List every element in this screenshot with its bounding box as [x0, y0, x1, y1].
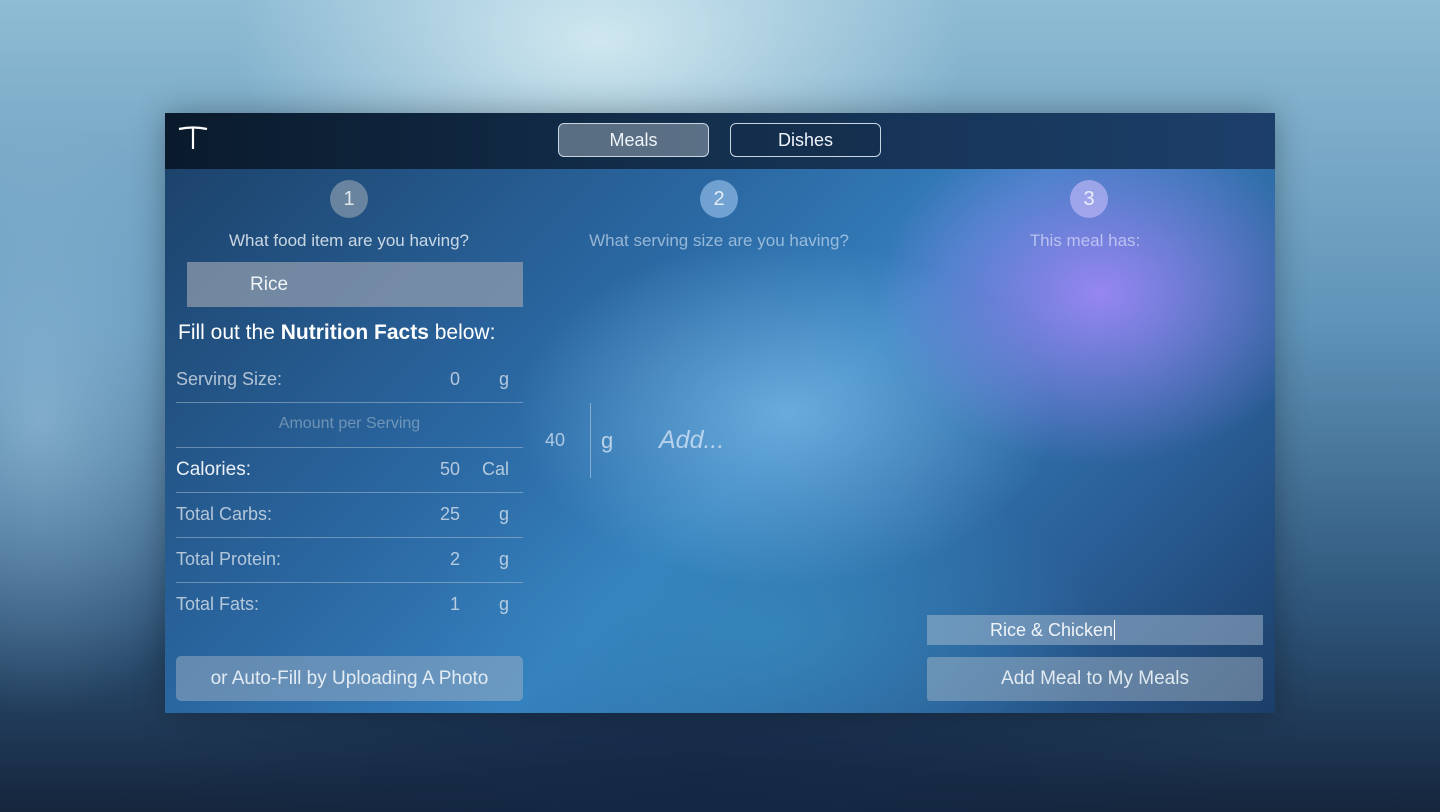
protein-label: Total Protein:	[176, 549, 282, 569]
fats-input[interactable]: 1	[450, 594, 460, 615]
step-1-badge: 1	[330, 180, 368, 218]
fats-row: Total Fats: 1 g	[176, 583, 523, 628]
carbs-unit: g	[498, 504, 509, 524]
serving-size-input[interactable]: 0	[450, 369, 460, 390]
t-logo-icon[interactable]	[178, 125, 208, 151]
serving-unit: g	[601, 428, 614, 453]
tab-dishes[interactable]: Dishes	[730, 123, 881, 157]
step-3-badge: 3	[1070, 180, 1108, 218]
protein-row: Total Protein: 2 g	[176, 538, 523, 583]
nutrition-heading: Fill out the Nutrition Facts below:	[178, 321, 496, 344]
text-caret	[1114, 620, 1116, 640]
calories-label: Calories:	[176, 459, 251, 480]
protein-input[interactable]: 2	[450, 549, 460, 570]
carbs-row: Total Carbs: 25 g	[176, 493, 523, 538]
step-1-label: What food item are you having?	[228, 231, 470, 250]
step-2-badge: 2	[700, 180, 738, 218]
carbs-label: Total Carbs:	[176, 504, 273, 524]
serving-size-label: Serving Size:	[176, 369, 283, 389]
amount-per-serving-label: Amount per Serving	[278, 415, 421, 432]
serving-size-row: Serving Size: 0 g	[176, 358, 523, 403]
amount-per-serving-row: Amount per Serving	[176, 403, 523, 448]
serving-divider	[590, 403, 591, 478]
meal-name-text: Rice & Chicken	[990, 620, 1114, 640]
calories-input[interactable]: 50	[440, 459, 460, 480]
autofill-photo-button[interactable]: or Auto-Fill by Uploading A Photo	[176, 656, 523, 701]
calories-unit: Cal	[481, 459, 509, 479]
serving-size-unit: g	[498, 369, 509, 389]
fats-label: Total Fats:	[176, 594, 260, 614]
nutrition-heading-bold: Nutrition Facts	[280, 321, 429, 344]
serving-amount-input[interactable]: 40	[545, 430, 565, 451]
add-meal-button[interactable]: Add Meal to My Meals	[927, 657, 1263, 701]
meal-name-input[interactable]: Rice & Chicken	[927, 615, 1263, 645]
calories-row: Calories: 50 Cal	[176, 448, 523, 493]
add-serving-button[interactable]: Add...	[659, 426, 724, 455]
top-bar: Meals Dishes	[165, 113, 1275, 169]
fats-unit: g	[498, 594, 509, 614]
tab-meals[interactable]: Meals	[558, 123, 709, 157]
carbs-input[interactable]: 25	[440, 504, 460, 525]
meal-builder-window: Meals Dishes 1 2 3 What food item are yo…	[165, 113, 1275, 713]
step-3-label: This meal has:	[1029, 231, 1141, 250]
step-2-label: What serving size are you having?	[589, 231, 849, 250]
protein-unit: g	[498, 549, 509, 569]
food-item-input[interactable]: Rice	[187, 262, 523, 307]
